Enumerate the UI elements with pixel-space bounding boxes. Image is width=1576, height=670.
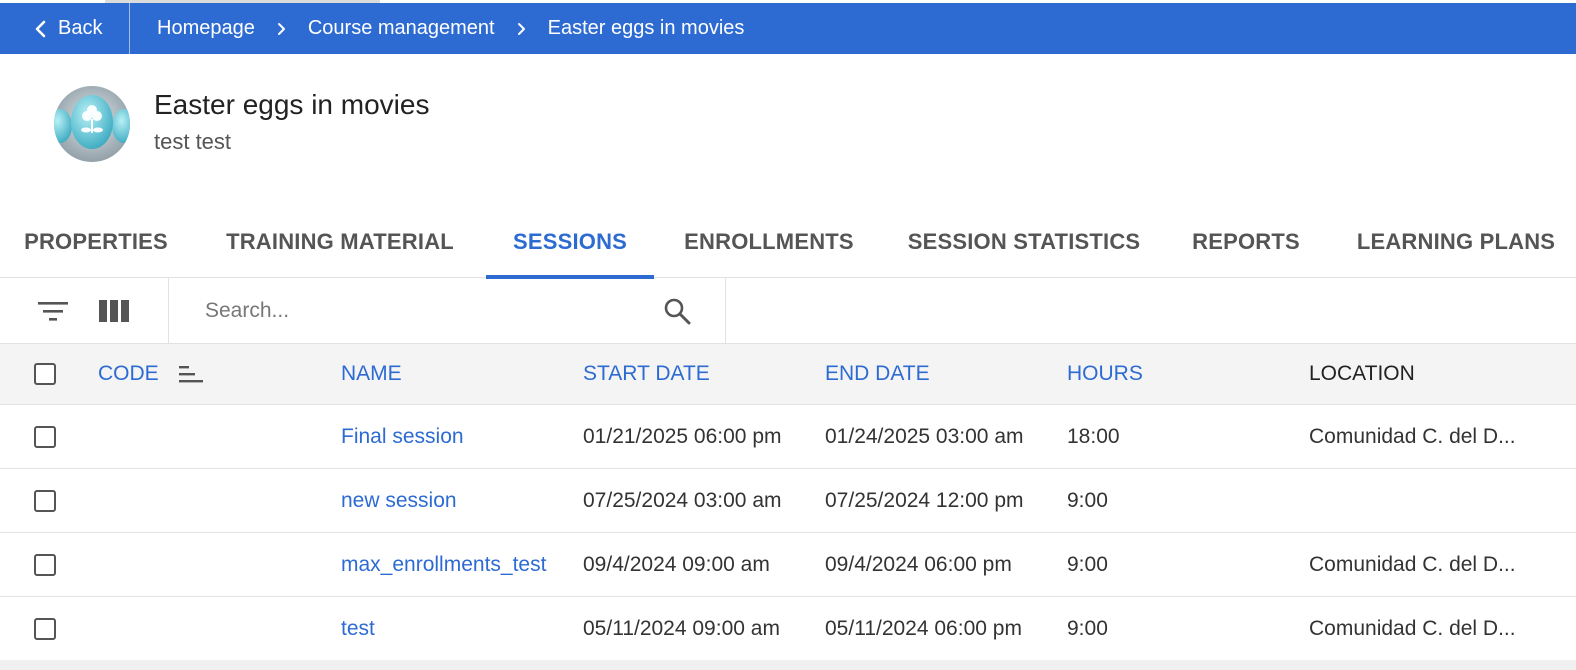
- course-header: Easter eggs in movies test test: [54, 86, 429, 162]
- session-name-link[interactable]: Final session: [341, 405, 464, 468]
- sort-icon[interactable]: [178, 365, 205, 383]
- table-toolbar: [0, 278, 1576, 343]
- tab-enrollments[interactable]: ENROLLMENTS: [670, 206, 868, 278]
- chevron-left-icon: [35, 20, 46, 37]
- sessions-table: CODE NAME START DATE END DATE HOURS LOCA…: [0, 343, 1576, 661]
- row-checkbox[interactable]: [34, 489, 56, 512]
- column-header-hours[interactable]: HOURS: [1067, 344, 1143, 404]
- row-checkbox[interactable]: [34, 617, 56, 640]
- column-header-start-date[interactable]: START DATE: [583, 344, 710, 404]
- session-hours: 18:00: [1067, 424, 1120, 448]
- session-name-link[interactable]: test: [341, 597, 375, 660]
- column-header-code[interactable]: CODE: [98, 344, 205, 404]
- chevron-right-icon: [277, 22, 286, 36]
- tab-sessions[interactable]: SESSIONS: [486, 206, 654, 279]
- column-header-name[interactable]: NAME: [341, 344, 402, 404]
- session-start-date: 07/25/2024 03:00 am: [583, 488, 782, 512]
- session-end-date: 07/25/2024 12:00 pm: [825, 488, 1024, 512]
- table-row: new session 07/25/2024 03:00 am 07/25/20…: [0, 469, 1576, 533]
- table-row: Final session 01/21/2025 06:00 pm 01/24/…: [0, 405, 1576, 469]
- course-subtitle: test test: [154, 129, 232, 154]
- session-location: Comunidad C. del D...: [1309, 424, 1516, 448]
- session-end-date: 05/11/2024 06:00 pm: [825, 616, 1022, 640]
- tab-properties[interactable]: PROPERTIES: [12, 206, 180, 278]
- session-location: Comunidad C. del D...: [1309, 552, 1516, 576]
- session-end-date: 01/24/2025 03:00 am: [825, 424, 1024, 448]
- session-hours: 9:00: [1067, 552, 1108, 576]
- search-input[interactable]: [205, 298, 663, 323]
- tab-learning-plans[interactable]: LEARNING PLANS: [1342, 206, 1570, 278]
- breadcrumb-homepage[interactable]: Homepage: [157, 17, 255, 40]
- back-label: Back: [58, 17, 103, 39]
- table-row: test 05/11/2024 09:00 am 05/11/2024 06:0…: [0, 597, 1576, 661]
- chevron-right-icon: [517, 22, 526, 36]
- course-thumbnail: [54, 86, 130, 162]
- session-end-date: 09/4/2024 06:00 pm: [825, 552, 1012, 576]
- search-box: [169, 278, 726, 343]
- session-hours: 9:00: [1067, 488, 1108, 512]
- columns-icon[interactable]: [99, 299, 129, 323]
- breadcrumb-current-course: Easter eggs in movies: [547, 17, 745, 39]
- tab-reports[interactable]: REPORTS: [1180, 206, 1312, 278]
- column-header-code-label: CODE: [98, 362, 159, 385]
- select-all-checkbox[interactable]: [34, 363, 56, 385]
- session-start-date: 09/4/2024 09:00 am: [583, 552, 770, 576]
- column-header-end-date[interactable]: END DATE: [825, 344, 930, 404]
- breadcrumb: Homepage Course management Easter eggs i…: [130, 17, 744, 40]
- column-header-location: LOCATION: [1309, 362, 1415, 385]
- tab-session-statistics[interactable]: SESSION STATISTICS: [898, 206, 1150, 278]
- search-icon[interactable]: [663, 297, 691, 325]
- session-start-date: 01/21/2025 06:00 pm: [583, 424, 782, 448]
- row-checkbox[interactable]: [34, 553, 56, 576]
- table-footer-band: [0, 660, 1576, 670]
- session-location: Comunidad C. del D...: [1309, 616, 1516, 640]
- session-start-date: 05/11/2024 09:00 am: [583, 616, 780, 640]
- breadcrumb-course-management[interactable]: Course management: [308, 17, 495, 40]
- tab-training-material[interactable]: TRAINING MATERIAL: [208, 206, 472, 278]
- tab-bar: PROPERTIES TRAINING MATERIAL SESSIONS EN…: [0, 206, 1576, 279]
- back-button[interactable]: Back: [0, 3, 130, 54]
- session-hours: 9:00: [1067, 616, 1108, 640]
- session-name-link[interactable]: new session: [341, 469, 457, 532]
- table-header-row: CODE NAME START DATE END DATE HOURS LOCA…: [0, 343, 1576, 405]
- course-title: Easter eggs in movies: [154, 89, 430, 120]
- row-checkbox[interactable]: [34, 425, 56, 448]
- top-navigation-bar: Back Homepage Course management Easter e…: [0, 3, 1576, 54]
- table-row: max_enrollments_test 09/4/2024 09:00 am …: [0, 533, 1576, 597]
- filter-icon[interactable]: [37, 299, 69, 323]
- session-name-link[interactable]: max_enrollments_test: [341, 533, 546, 596]
